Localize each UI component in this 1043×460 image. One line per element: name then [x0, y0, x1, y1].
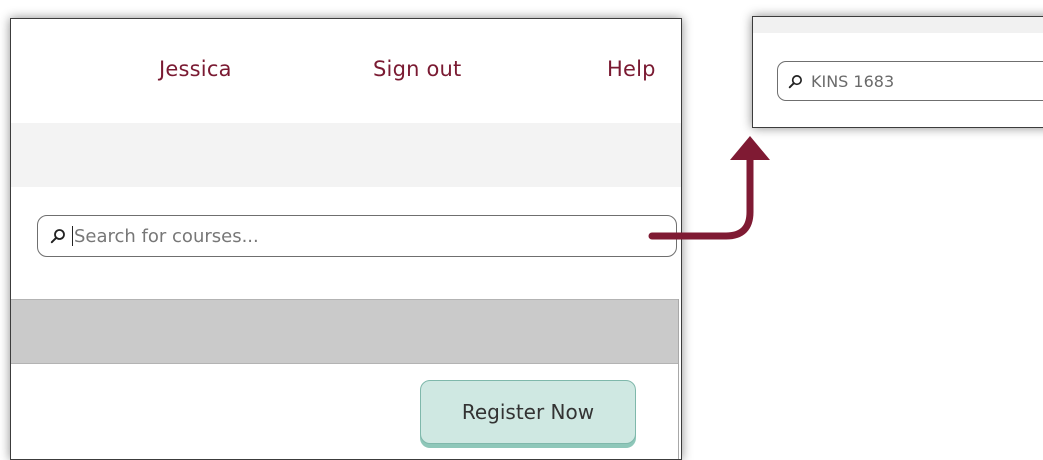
- sign-out-link[interactable]: Sign out: [373, 57, 461, 81]
- user-menu-link[interactable]: Jessica: [159, 57, 232, 81]
- zoomed-search-panel: KINS 1683: [752, 16, 1043, 128]
- gray-band: [11, 123, 681, 187]
- zoomed-search-value: KINS 1683: [811, 71, 895, 91]
- results-header-bar: [11, 299, 679, 364]
- zoomed-search-box[interactable]: KINS 1683: [777, 61, 1043, 101]
- help-link[interactable]: Help: [607, 57, 656, 81]
- course-search-box[interactable]: [37, 215, 677, 257]
- search-icon: [50, 229, 65, 244]
- zoom-gray-band: [753, 17, 1043, 33]
- top-navigation: Jessica Sign out Help: [11, 19, 681, 119]
- register-now-button[interactable]: Register Now: [420, 380, 636, 444]
- course-search-panel: Jessica Sign out Help Register Now: [10, 18, 682, 460]
- search-icon: [788, 74, 802, 88]
- course-search-input[interactable]: [73, 216, 676, 256]
- content-divider: [678, 299, 679, 459]
